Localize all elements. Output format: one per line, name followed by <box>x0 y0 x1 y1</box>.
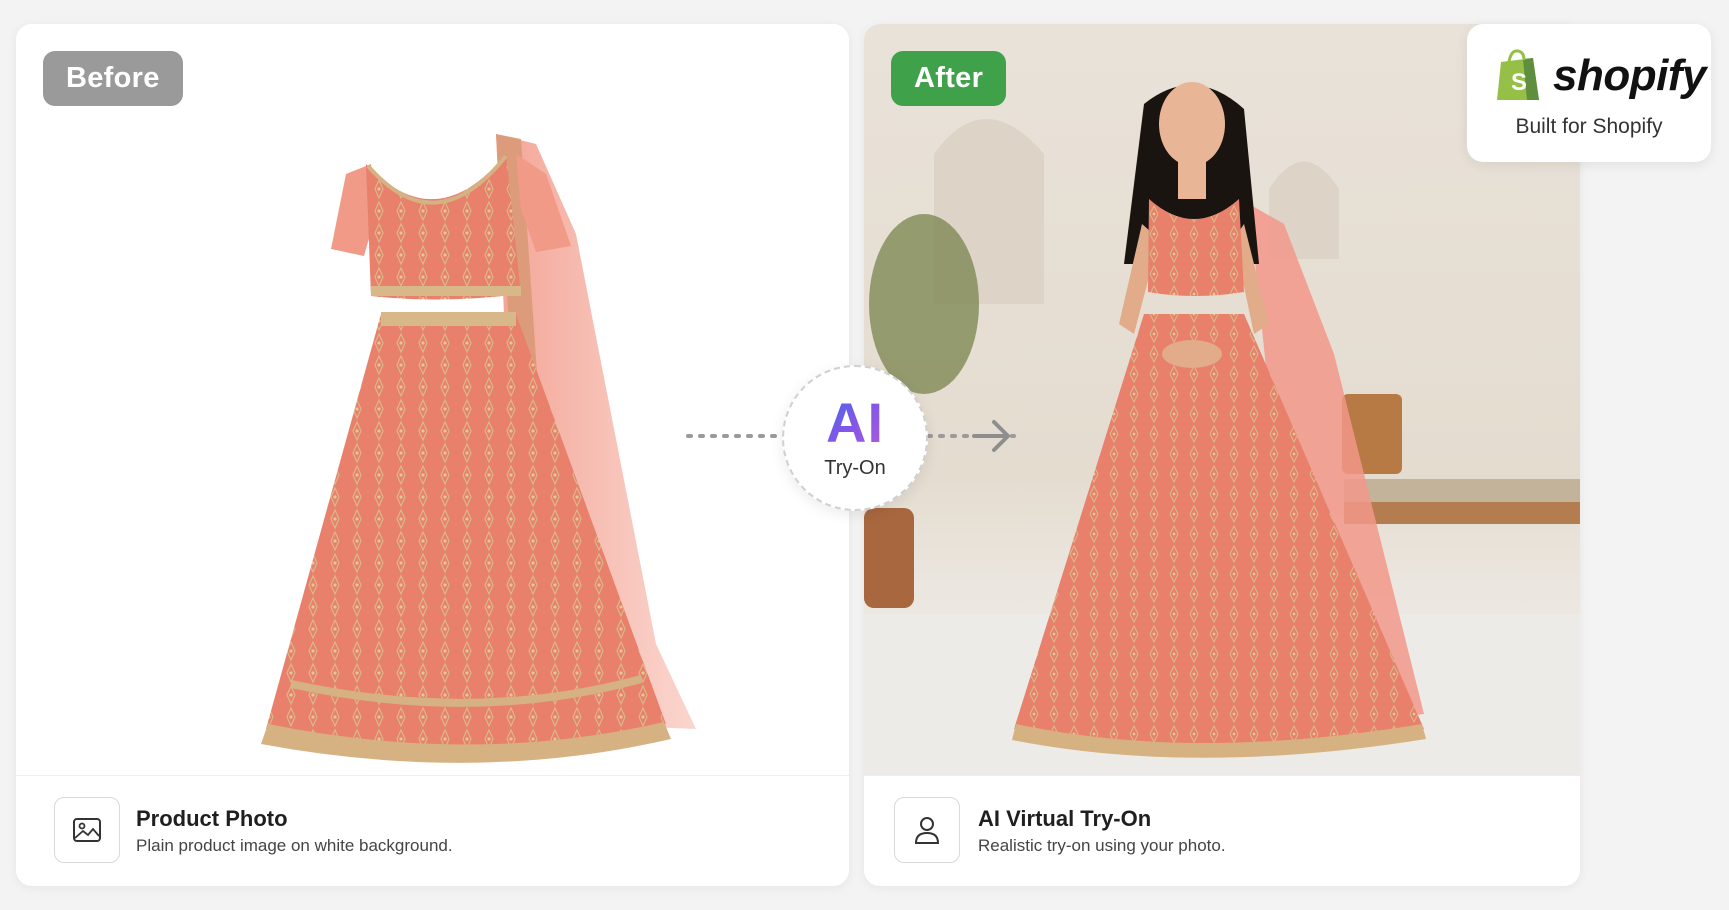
shopify-bag-icon: S <box>1497 49 1539 100</box>
image-icon <box>54 797 120 863</box>
svg-text:S: S <box>1511 69 1527 96</box>
shopify-wordmark: shopify <box>1553 51 1706 100</box>
before-footer-desc: Plain product image on white background. <box>136 836 453 855</box>
lehenga-product-image <box>261 134 696 763</box>
shopify-tagline: Built for Shopify <box>1515 115 1663 138</box>
shopify-logo: S shopify <box>1493 48 1706 104</box>
shopify-badge: S shopify Built for Shopify <box>1467 24 1711 162</box>
after-footer-desc: Realistic try-on using your photo. <box>978 836 1226 855</box>
after-footer-title: AI Virtual Try-On <box>978 806 1152 831</box>
product-photo <box>16 24 849 775</box>
before-card: Before Product Photo Plain product image… <box>16 24 849 886</box>
before-badge: Before <box>43 51 183 106</box>
after-footer: AI Virtual Try-On Realistic try-on using… <box>864 775 1580 886</box>
before-footer: Product Photo Plain product image on whi… <box>16 775 849 886</box>
tryon-label: Try-On <box>824 457 886 479</box>
ai-tryon-badge: AI Try-On <box>782 365 928 511</box>
ai-label: AI <box>826 391 884 454</box>
person-icon <box>894 797 960 863</box>
arrow-right-icon <box>972 420 1010 452</box>
before-footer-title: Product Photo <box>136 806 288 831</box>
after-badge: After <box>891 51 1007 106</box>
